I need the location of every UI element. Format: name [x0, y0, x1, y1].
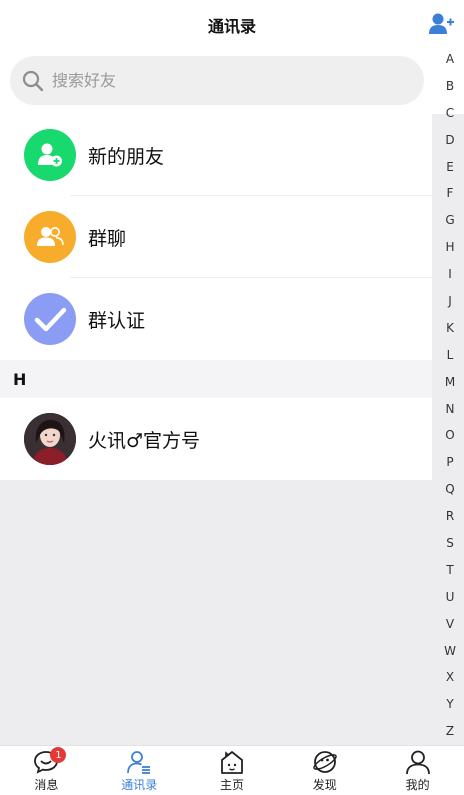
index-letter[interactable]: B: [436, 73, 464, 100]
alphabet-index[interactable]: ABCDEFGHIJKLMNOPQRSTUVWXYZ: [436, 46, 464, 745]
index-letter[interactable]: V: [436, 611, 464, 638]
index-letter[interactable]: C: [436, 100, 464, 127]
tab-messages[interactable]: 1 消息: [0, 746, 93, 795]
section-header-h: H: [0, 360, 432, 398]
index-letter[interactable]: O: [436, 422, 464, 449]
tab-contacts[interactable]: 通讯录: [93, 746, 186, 795]
tab-profile-label: 我的: [405, 778, 430, 792]
index-letter[interactable]: L: [436, 342, 464, 369]
index-letter[interactable]: Q: [436, 476, 464, 503]
index-letter[interactable]: W: [436, 638, 464, 665]
index-letter[interactable]: T: [436, 557, 464, 584]
tab-messages-label: 消息: [34, 778, 59, 792]
tab-home[interactable]: 主页: [186, 746, 279, 795]
avatar-photo-icon: [24, 413, 76, 465]
group-chat-row[interactable]: 群聊: [0, 196, 432, 278]
index-letter[interactable]: K: [436, 315, 464, 342]
group-icon: [37, 227, 64, 246]
top-bar: 通讯录: [0, 0, 464, 50]
unread-badge: 1: [50, 747, 67, 763]
group-verify-label: 群认证: [88, 309, 146, 332]
tab-discover-label: 发现: [312, 778, 337, 792]
index-letter[interactable]: E: [436, 154, 464, 181]
group-chat-label: 群聊: [88, 227, 127, 250]
contact-list: 新的朋友 群聊 群认证 H 火讯♂官方号: [0, 114, 432, 480]
group-verify-avatar: [24, 293, 76, 345]
profile-icon: [405, 750, 430, 775]
discover-icon: [313, 751, 337, 773]
index-letter[interactable]: Z: [436, 718, 464, 745]
index-letter[interactable]: P: [436, 449, 464, 476]
user-add-icon: [38, 143, 62, 167]
index-letter[interactable]: G: [436, 207, 464, 234]
index-letter[interactable]: I: [436, 261, 464, 288]
contact-avatar: [24, 413, 76, 465]
index-letter[interactable]: H: [436, 234, 464, 261]
add-contact-icon[interactable]: [428, 12, 454, 36]
index-letter[interactable]: M: [436, 369, 464, 396]
contact-name: 火讯♂官方号: [88, 429, 201, 452]
search-area: [0, 50, 464, 114]
tab-home-label: 主页: [219, 778, 244, 792]
search-input[interactable]: [52, 71, 372, 90]
tab-discover[interactable]: 发现: [278, 746, 371, 795]
index-letter[interactable]: J: [436, 288, 464, 315]
group-chat-avatar: [24, 211, 76, 263]
index-letter[interactable]: F: [436, 180, 464, 207]
contact-row[interactable]: 火讯♂官方号: [0, 398, 432, 480]
new-friends-avatar: [24, 129, 76, 181]
tab-contacts-label: 通讯录: [121, 778, 158, 792]
new-friends-row[interactable]: 新的朋友: [0, 114, 432, 196]
home-icon: [221, 751, 243, 774]
search-box[interactable]: [10, 56, 424, 105]
index-letter[interactable]: Y: [436, 691, 464, 718]
new-friends-label: 新的朋友: [88, 145, 165, 168]
group-verify-row[interactable]: 群认证: [0, 278, 432, 360]
page-title: 通讯录: [207, 17, 256, 36]
index-letter[interactable]: N: [436, 396, 464, 423]
search-icon: [22, 70, 44, 91]
index-letter[interactable]: U: [436, 584, 464, 611]
contacts-icon: [127, 751, 151, 774]
check-icon: [34, 307, 67, 332]
tab-profile[interactable]: 我的: [371, 746, 464, 795]
index-letter[interactable]: A: [436, 46, 464, 73]
bottom-tab-bar: 1 消息 通讯录 主页 发现 我的: [0, 745, 464, 795]
index-letter[interactable]: D: [436, 127, 464, 154]
index-letter[interactable]: R: [436, 503, 464, 530]
index-letter[interactable]: X: [436, 664, 464, 691]
index-letter[interactable]: S: [436, 530, 464, 557]
